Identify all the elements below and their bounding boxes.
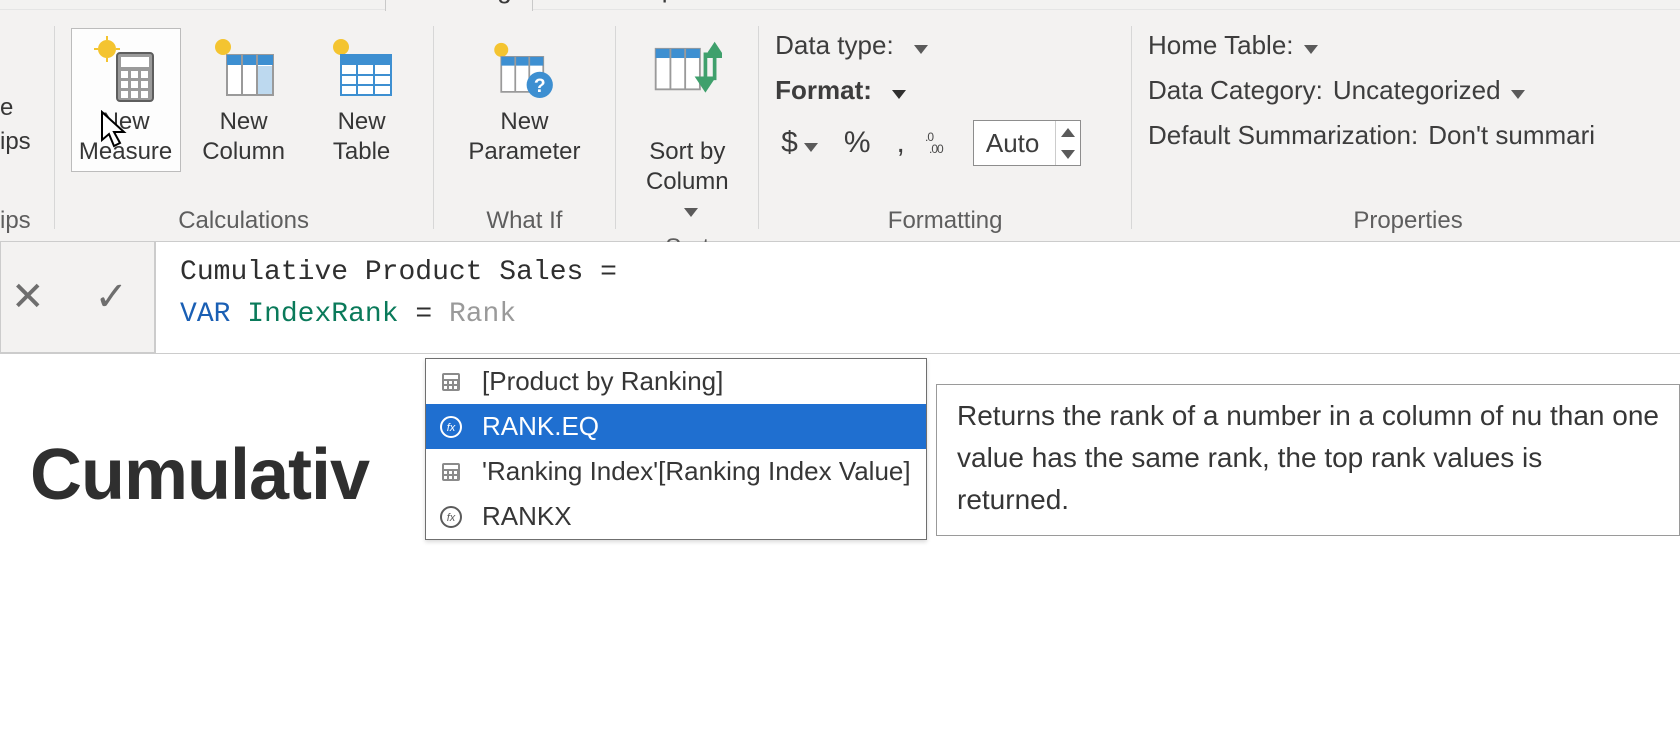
- chevron-down-icon: [684, 195, 698, 225]
- format-dropdown[interactable]: [892, 75, 906, 106]
- svg-text:?: ?: [534, 76, 546, 97]
- new-parameter-button[interactable]: ? New Parameter: [449, 28, 599, 172]
- ribbon-separator: [1131, 26, 1132, 229]
- ribbon-separator: [615, 26, 616, 229]
- ribbon-group-formatting: Data type: Format: $ % , .0: [763, 10, 1127, 241]
- intellisense-item-label: RANKX: [482, 501, 572, 532]
- percent-format-button[interactable]: %: [838, 126, 877, 160]
- decimal-places-spinner[interactable]: Auto: [973, 120, 1082, 166]
- intellisense-item[interactable]: fx RANK.EQ: [426, 404, 926, 449]
- intellisense-item[interactable]: [Product by Ranking]: [426, 359, 926, 404]
- clipped-text-1: e: [0, 94, 13, 122]
- intellisense-item-label: RANK.EQ: [482, 411, 599, 442]
- default-summarization-label: Default Summarization:: [1148, 120, 1418, 151]
- ribbon-separator: [758, 26, 759, 229]
- new-parameter-icon: ?: [489, 35, 559, 105]
- share-button[interactable]: Share: [1555, 0, 1614, 4]
- new-column-button[interactable]: New Column: [189, 28, 299, 172]
- svg-text:fx: fx: [447, 512, 456, 524]
- ribbon-separator: [433, 26, 434, 229]
- ribbon: e ips ips: [0, 10, 1680, 242]
- home-table-label: Home Table:: [1148, 30, 1294, 61]
- whatif-group-label: What If: [486, 205, 562, 239]
- new-table-button[interactable]: New Table: [307, 28, 417, 172]
- data-category-dropdown[interactable]: [1511, 75, 1525, 106]
- chevron-down-icon: [804, 126, 818, 160]
- spinner-down[interactable]: [1056, 143, 1080, 165]
- svg-text:.00: .00: [929, 142, 944, 155]
- new-measure-button[interactable]: New Measure: [71, 28, 181, 172]
- formula-accept-button[interactable]: ✓: [95, 277, 129, 317]
- properties-group-label: Properties: [1353, 205, 1462, 239]
- data-category-value: Uncategorized: [1333, 75, 1501, 106]
- thousands-separator-button[interactable]: ,: [891, 126, 911, 160]
- measure-icon: [436, 457, 466, 487]
- data-type-dropdown[interactable]: [914, 30, 928, 61]
- ribbon-group-whatif: ? New Parameter What If: [437, 10, 611, 241]
- formatting-group-label: Formatting: [888, 205, 1003, 239]
- intellisense-item-label: [Product by Ranking]: [482, 366, 723, 397]
- intellisense-item[interactable]: fx RANKX: [426, 494, 926, 539]
- new-measure-label: New Measure: [79, 107, 172, 167]
- currency-format-button[interactable]: $: [775, 126, 824, 160]
- formula-line-1: Cumulative Product Sales =: [180, 252, 1660, 294]
- formula-cancel-button[interactable]: ✕: [11, 277, 45, 317]
- clipped-group-label: ips: [0, 205, 31, 239]
- measure-icon: [436, 367, 466, 397]
- sort-by-column-button[interactable]: Sort by Column: [632, 28, 742, 232]
- info-button[interactable]: Info: [1635, 0, 1672, 4]
- sort-by-column-label: Sort by Column: [635, 107, 739, 227]
- new-table-icon: [327, 35, 397, 105]
- decimal-places-value: Auto: [974, 128, 1056, 159]
- intellisense-tooltip: Returns the rank of a number in a column…: [936, 384, 1680, 536]
- data-category-label: Data Category:: [1148, 75, 1323, 106]
- formula-editor[interactable]: Cumulative Product Sales = VAR IndexRank…: [155, 242, 1680, 353]
- new-column-icon: [209, 35, 279, 105]
- default-summarization-value: Don't summari: [1428, 120, 1595, 151]
- new-parameter-label: New Parameter: [468, 107, 580, 167]
- svg-text:fx: fx: [447, 422, 456, 434]
- titlebar: Home View Modeling Help Format Data / Dr…: [0, 0, 1680, 10]
- decimal-places-icon: .0 .00: [925, 125, 959, 162]
- format-label: Format:: [775, 75, 872, 106]
- spinner-up[interactable]: [1056, 121, 1080, 143]
- intellisense-item[interactable]: 'Ranking Index'[Ranking Index Value]: [426, 449, 926, 494]
- intellisense-item-label: 'Ranking Index'[Ranking Index Value]: [482, 456, 911, 487]
- sort-by-column-icon: [652, 35, 722, 105]
- watch-later-button[interactable]: WatchLater: [1421, 0, 1533, 4]
- function-icon: fx: [436, 502, 466, 532]
- ribbon-group-properties: Home Table: Data Category: Uncategorized…: [1136, 10, 1680, 241]
- titlebar-right: WatchLater Share Info: [1421, 0, 1672, 4]
- intellisense-popup: [Product by Ranking] fx RANK.EQ 'Ranking…: [425, 358, 927, 540]
- new-measure-icon: [91, 35, 161, 105]
- clipped-text-2: ips: [0, 128, 31, 156]
- ribbon-left-clipped: e ips ips: [0, 10, 50, 241]
- ribbon-group-calculations: New Measure New Column: [59, 10, 429, 241]
- formula-bar: ✕ ✓ Cumulative Product Sales = VAR Index…: [0, 242, 1680, 354]
- ribbon-group-sort: Sort by Column Sort: [620, 10, 754, 241]
- calculations-group-label: Calculations: [178, 205, 309, 239]
- formula-line-2: VAR IndexRank = Rank: [180, 294, 1660, 336]
- function-icon: fx: [436, 412, 466, 442]
- home-table-dropdown[interactable]: [1304, 30, 1318, 61]
- new-column-label: New Column: [202, 107, 285, 167]
- new-table-label: New Table: [333, 107, 390, 167]
- ribbon-separator: [54, 26, 55, 229]
- data-type-label: Data type:: [775, 30, 894, 61]
